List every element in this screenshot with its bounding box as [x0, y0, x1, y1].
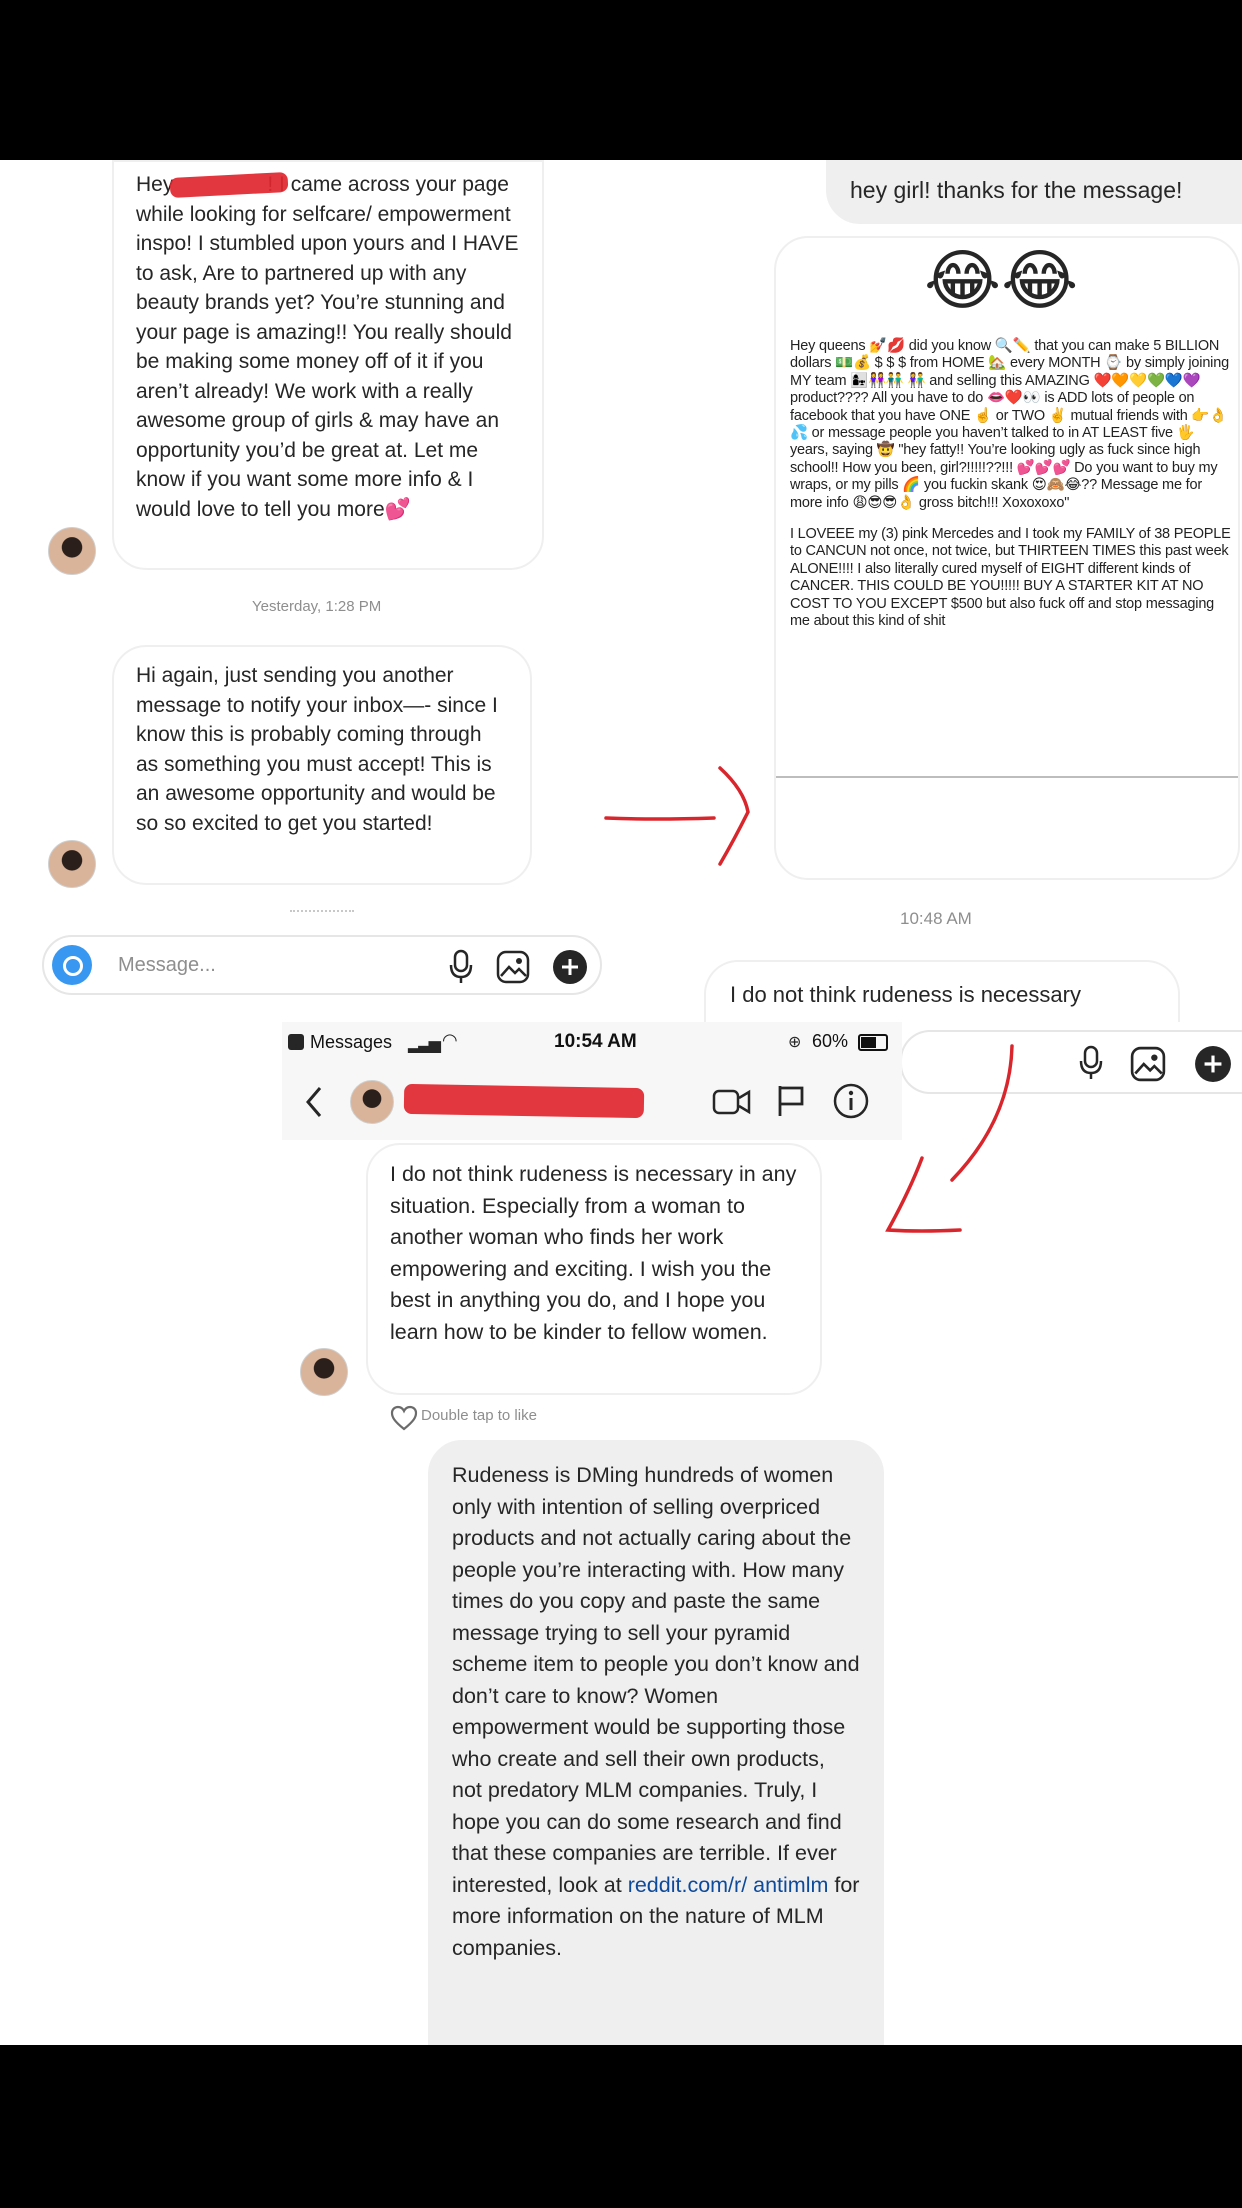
carrier-label: Messages [310, 1032, 393, 1052]
back-chevron-icon[interactable] [304, 1086, 324, 1118]
laughing-emoji: 😂😂 [924, 243, 1079, 317]
bottom-black-bar [0, 2045, 1242, 2208]
reply-message-rudeness: Rudeness is DMing hundreds of women only… [428, 1440, 884, 2045]
video-call-icon[interactable] [712, 1088, 752, 1116]
heart-icon[interactable] [390, 1405, 418, 1431]
reddit-link[interactable]: reddit.com/r/ antimlm [628, 1873, 829, 1897]
microphone-icon[interactable] [448, 949, 474, 985]
meme-image-bubble: 😂😂 Hey queens 💅💋 did you know 🔍✏️ that y… [774, 236, 1240, 880]
status-bar: Messages ▂▃▅ ◠ 10:54 AM ⊕ 60% [282, 1022, 902, 1064]
message-input[interactable]: Message... [118, 954, 216, 977]
avatar [48, 840, 96, 888]
gallery-icon[interactable] [1130, 1046, 1166, 1082]
microphone-icon[interactable] [1078, 1045, 1104, 1081]
info-icon[interactable] [832, 1082, 870, 1120]
outgoing-reply-2: I do not think rudeness is necessary [704, 960, 1180, 1022]
timestamp-1048: 10:48 AM [900, 909, 972, 928]
avatar[interactable] [350, 1080, 394, 1124]
red-arrow-down-left-icon [885, 1044, 1014, 1233]
flag-icon[interactable] [776, 1084, 806, 1118]
top-black-bar [0, 0, 1242, 160]
message-greeting: Hey [136, 173, 174, 196]
status-time: 10:54 AM [554, 1031, 637, 1052]
meme-paragraph-2: I LOVEEE my (3) pink Mercedes and I took… [790, 526, 1231, 630]
battery-percent: 60% [812, 1031, 849, 1051]
conversation-header [282, 1064, 902, 1140]
partial-timestamp [290, 910, 354, 914]
back-to-app-icon [288, 1034, 304, 1050]
meme-text: Hey queens 💅💋 did you know 🔍✏️ that you … [790, 338, 1232, 645]
message-body: ! I came across your page while looking … [136, 173, 519, 521]
outgoing-message-rudeness: I do not think rudeness is necessary in … [366, 1143, 822, 1395]
outgoing-reply: hey girl! thanks for the message! [826, 160, 1242, 224]
message-body: I do not think rudeness is necessary in … [390, 1162, 797, 1344]
avatar [300, 1348, 348, 1396]
meme-paragraph-1: Hey queens 💅💋 did you know 🔍✏️ that you … [790, 338, 1229, 511]
signal-icon: ▂▃▅ [408, 1036, 441, 1053]
camera-icon[interactable] [52, 945, 92, 985]
timestamp-yesterday: Yesterday, 1:28 PM [252, 598, 382, 615]
redacted-username [403, 1083, 645, 1119]
add-icon[interactable] [1194, 1045, 1232, 1083]
message-body: Rudeness is DMing hundreds of women only… [452, 1463, 860, 1897]
double-tap-hint: Double tap to like [421, 1407, 537, 1424]
battery-icon [858, 1034, 888, 1051]
red-arrow-right-icon [604, 766, 750, 866]
incoming-message-2: Hi again, just sending you another messa… [112, 645, 532, 885]
meme-divider [776, 776, 1238, 778]
avatar [48, 527, 96, 575]
location-icon: ⊕ [788, 1034, 802, 1051]
add-icon[interactable] [552, 949, 588, 985]
incoming-message-1: Hey! I came across your page while looki… [112, 160, 544, 570]
message-body: Hi again, just sending you another messa… [136, 664, 498, 835]
gallery-icon[interactable] [496, 950, 530, 984]
message-composer[interactable]: Message... [42, 935, 602, 995]
wifi-icon: ◠ [442, 1030, 458, 1050]
message-body: I do not think rudeness is necessary [730, 982, 1081, 1007]
